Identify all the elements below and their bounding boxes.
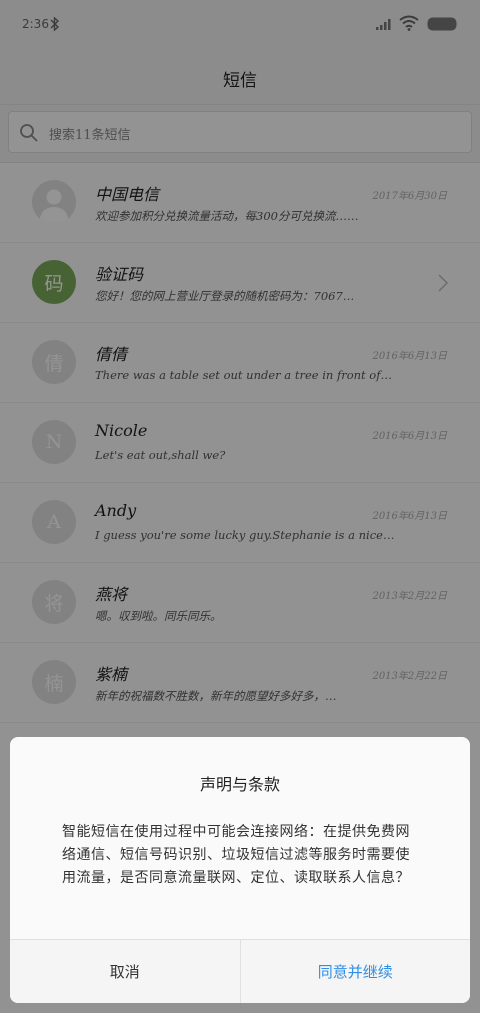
sms-app-screen: 2:36 短信 搜索11条短信 中国电信 欢迎参加积分兑换流量活动，每300分可…	[0, 0, 480, 1013]
dialog-button-bar: 取消 同意并继续	[10, 939, 470, 1003]
cancel-button[interactable]: 取消	[10, 940, 241, 1003]
dialog-message: 智能短信在使用过程中可能会连接网络：在提供免费网络通信、短信号码识别、垃圾短信过…	[62, 824, 410, 886]
agree-continue-button[interactable]: 同意并继续	[240, 940, 470, 1003]
dialog-title: 声明与条款	[199, 775, 280, 794]
terms-dialog: 声明与条款 智能短信在使用过程中可能会连接网络：在提供免费网络通信、短信号码识别…	[10, 737, 470, 1003]
